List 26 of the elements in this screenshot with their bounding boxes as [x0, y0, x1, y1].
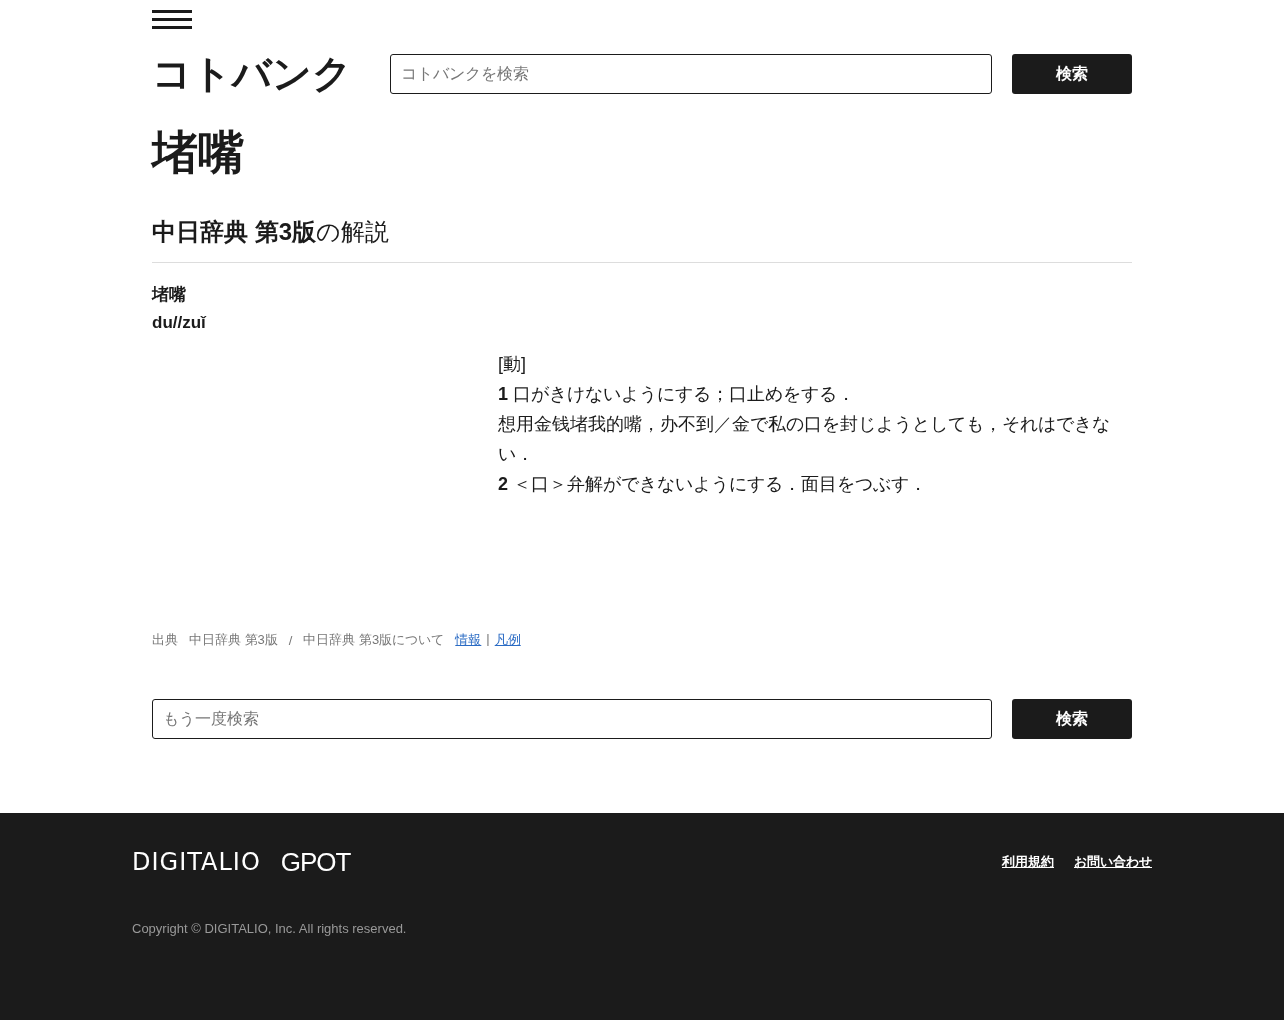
copyright-text: Copyright © DIGITALIO, Inc. All rights reserved.	[132, 921, 408, 936]
info-link[interactable]: 凡例	[494, 631, 521, 649]
menu-icon[interactable]	[152, 10, 192, 30]
dictionary-name: 中日辞典 第3版	[189, 631, 278, 649]
search-button[interactable]: 検索	[1012, 54, 1132, 94]
company-logo[interactable]: DIGITALIO	[132, 849, 261, 875]
footer-link[interactable]: 利用規約	[1002, 853, 1054, 871]
section-heading: 中日辞典 第3版の解説	[152, 216, 1132, 263]
site-logo[interactable]: コトバンク	[152, 50, 352, 98]
search-field[interactable]: もう一度検索	[152, 699, 992, 739]
separator-text: |	[486, 631, 490, 648]
about-text: 中日辞典 第3版について	[303, 631, 445, 649]
partner-logo[interactable]: GPOT	[280, 849, 351, 875]
definition-text: 想用金钱堵我的嘴，办不到／金で私の口を封じようとしても，それはできない．	[498, 413, 1111, 466]
definition-text: 2 ＜口＞弁解ができないようにする．面目をつぶす．	[498, 473, 929, 496]
info-link[interactable]: 情報	[455, 631, 482, 649]
search-button[interactable]: 検索	[1012, 699, 1132, 739]
search-field[interactable]: コトバンクを検索	[390, 54, 992, 94]
source-label: 出典	[152, 631, 178, 649]
pinyin: du//zuǐ	[152, 312, 208, 334]
headword: 堵嘴	[152, 284, 187, 306]
definition-text: [動]	[498, 353, 527, 376]
definition-text: 1 口がきけないようにする；口止めをする．	[498, 383, 857, 406]
footer-link[interactable]: お問い合わせ	[1074, 853, 1152, 871]
separator-text: /	[288, 632, 293, 648]
page-title: 堵嘴	[152, 125, 245, 180]
